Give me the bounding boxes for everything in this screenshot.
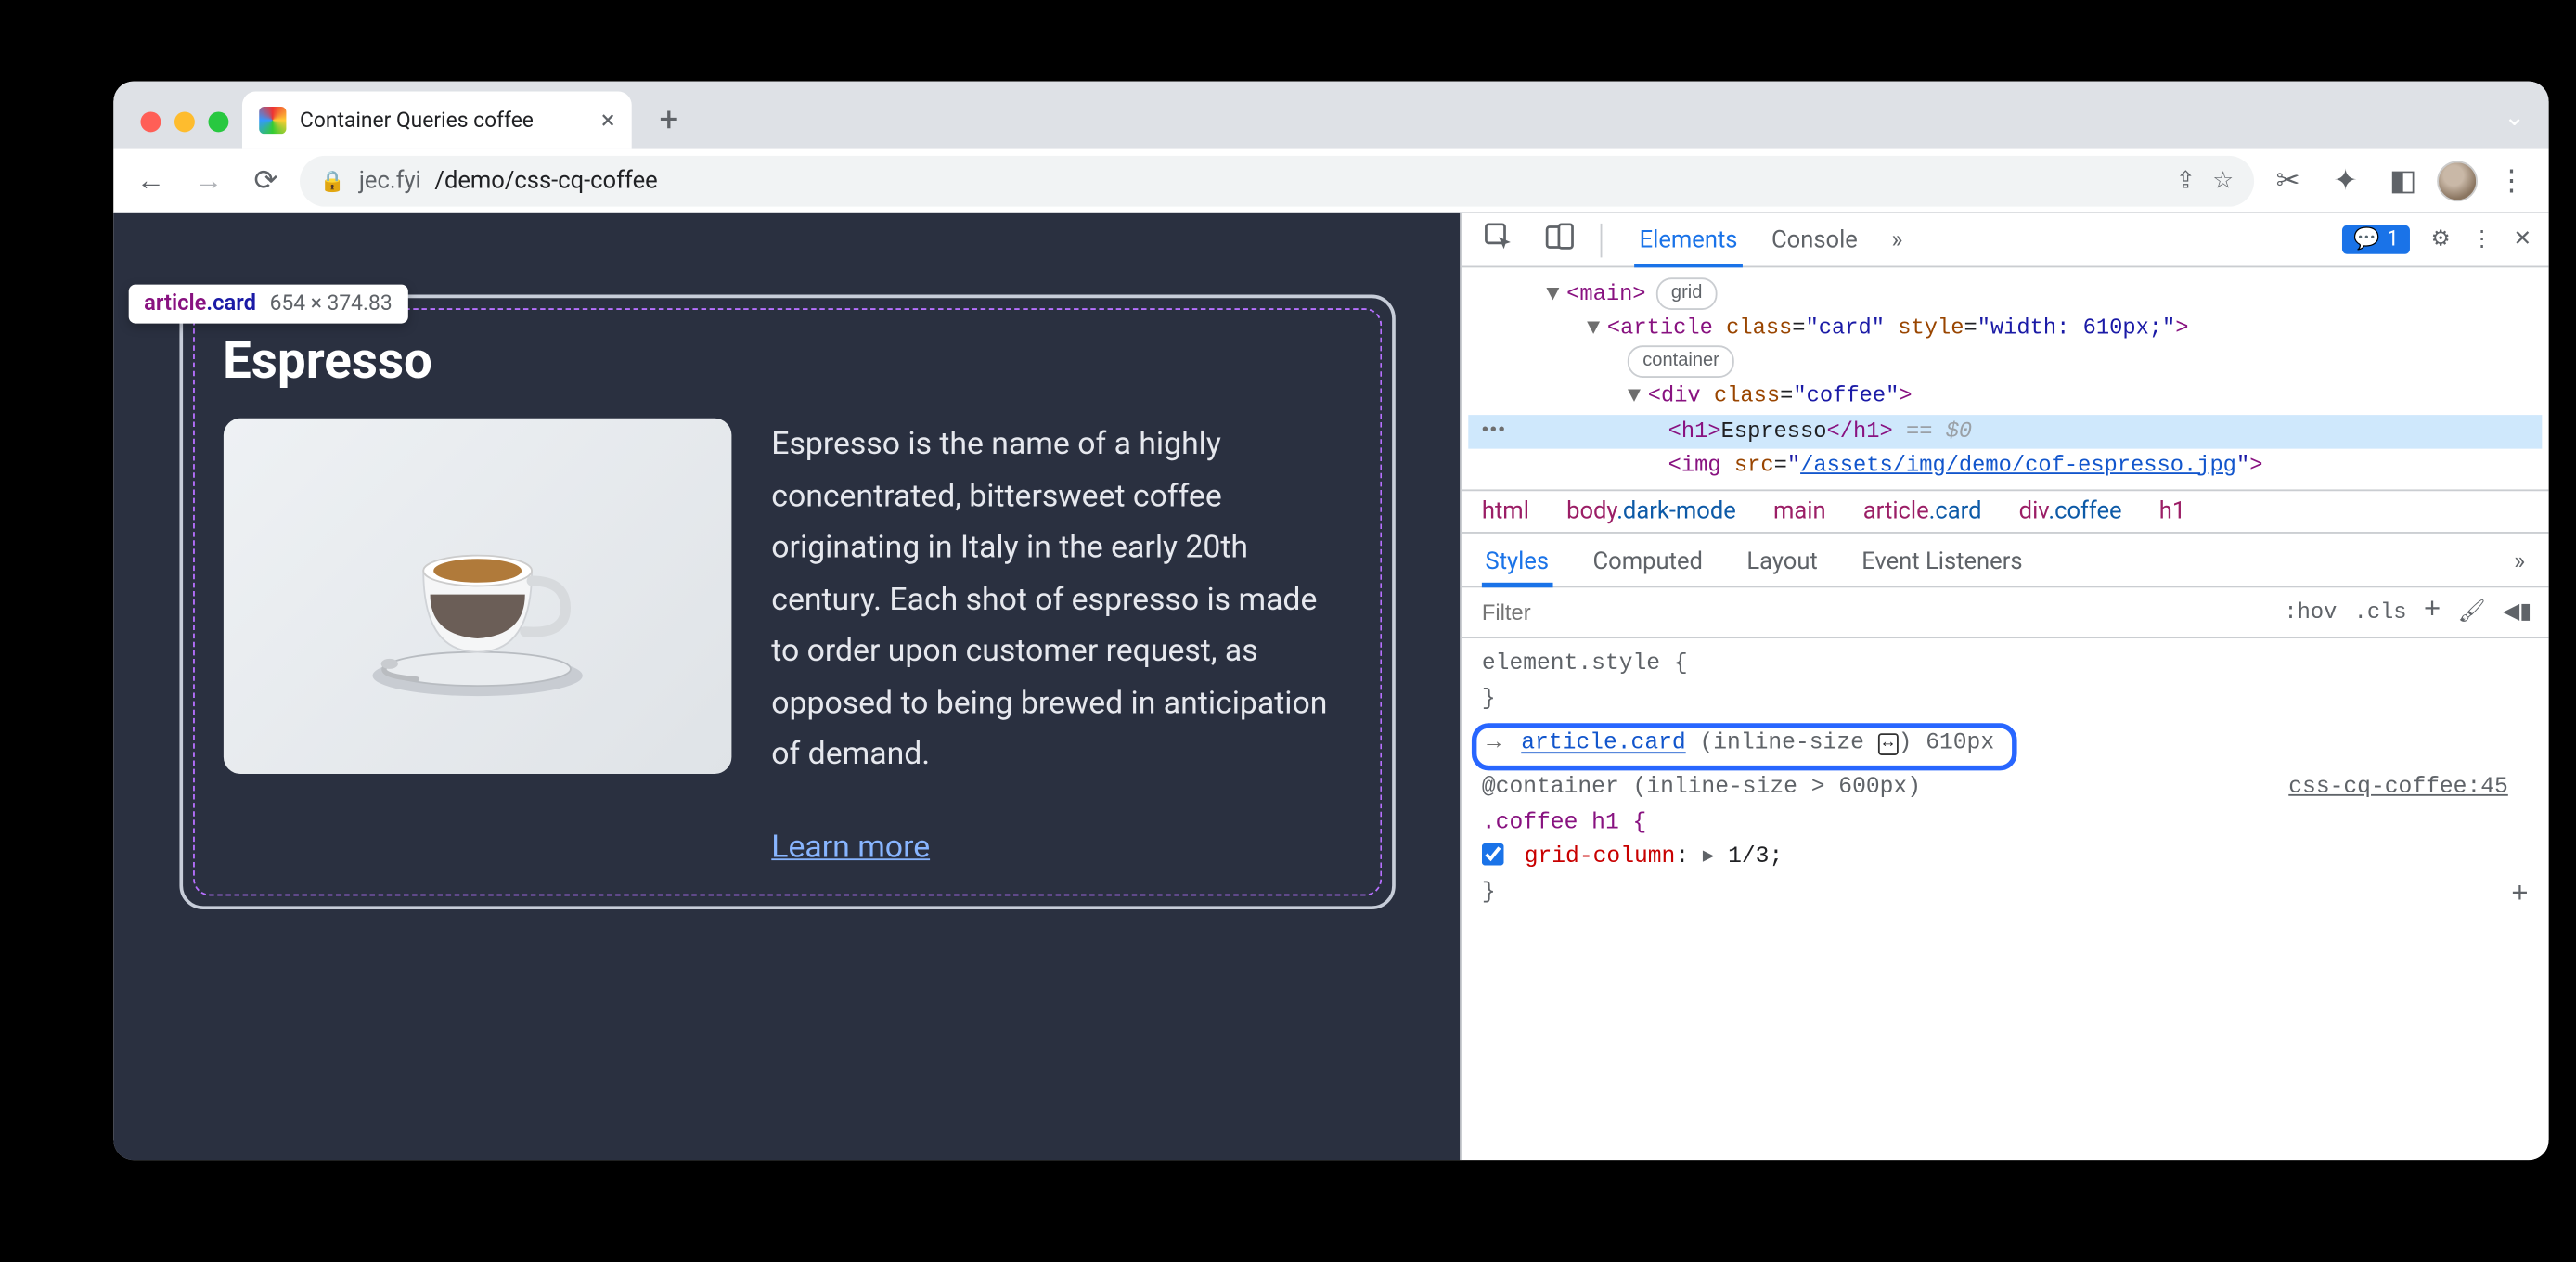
coffee-card: Espresso [179, 295, 1395, 909]
issues-badge[interactable]: 💬 1 [2342, 225, 2411, 254]
resize-icon: ↔ [1878, 733, 1899, 755]
callout-close: ) 610px [1899, 731, 1995, 756]
element-style-close: } [1482, 688, 1496, 713]
computed-subtab[interactable]: Computed [1593, 540, 1703, 586]
lock-icon: 🔒 [320, 169, 345, 193]
css-property-name[interactable]: grid-column [1525, 846, 1676, 871]
extensions-icon[interactable]: ✦ [2322, 157, 2369, 204]
new-style-rule-button[interactable]: + [2424, 596, 2441, 628]
styles-tabbar: Styles Computed Layout Event Listeners » [1462, 534, 2549, 587]
chrome-menu-button[interactable]: ⋮ [2488, 157, 2535, 204]
rule-close-brace: } [1482, 882, 1496, 907]
minimize-window-button[interactable] [174, 111, 195, 132]
rule-selector: .coffee h1 { [1482, 810, 1646, 835]
crumb-article[interactable]: article.card [1863, 497, 1982, 524]
address-bar[interactable]: 🔒 jec.fyi/demo/css-cq-coffee ⇪ ☆ [300, 155, 2254, 206]
browser-tab[interactable]: Container Queries coffee × [242, 92, 632, 149]
coffee-image [223, 419, 731, 774]
tooltip-tag: article [144, 291, 206, 316]
tab-title: Container Queries coffee [300, 108, 534, 133]
expand-shorthand-icon[interactable]: ▸ [1703, 846, 1714, 871]
tooltip-dimensions: 654 × 374.83 [270, 291, 393, 316]
tooltip-class: .card [206, 291, 256, 316]
close-tab-button[interactable]: × [601, 108, 615, 133]
crumb-main[interactable]: main [1773, 497, 1826, 524]
container-badge[interactable]: container [1628, 346, 1734, 379]
share-icon[interactable]: ⇪ [2176, 167, 2196, 194]
devtools-menu-icon[interactable]: ⋮ [2471, 227, 2493, 252]
reload-button[interactable]: ⟳ [242, 157, 290, 204]
selected-dom-node[interactable]: <h1>Espresso</h1> == $0 [1468, 414, 2542, 448]
styles-filter-row: :hov .cls + 🖌 ◀▮ [1462, 587, 2549, 638]
issues-count: 1 [2387, 227, 2399, 252]
styles-more-button[interactable]: » [2514, 540, 2525, 586]
coffee-grid: Espresso is the name of a highly concent… [223, 419, 1350, 865]
more-tabs-button[interactable]: » [1891, 213, 1902, 266]
scissors-icon[interactable]: ✂ [2264, 157, 2312, 204]
forward-button[interactable]: → [185, 157, 232, 204]
content-area: article.card 654 × 374.83 Espresso [113, 213, 2548, 1160]
add-property-button[interactable]: + [2511, 875, 2529, 920]
callout-selector[interactable]: article.card [1521, 731, 1685, 756]
rule-source-link[interactable]: css-cq-coffee:45 [2288, 771, 2508, 806]
rendered-page: article.card 654 × 374.83 Espresso [113, 213, 1460, 1160]
settings-icon[interactable]: ⚙ [2431, 227, 2451, 252]
sidepanel-icon[interactable]: ◧ [2379, 157, 2427, 204]
crumb-h1[interactable]: h1 [2159, 497, 2185, 524]
url-host: jec.fyi [359, 167, 421, 194]
profile-avatar[interactable] [2437, 160, 2478, 200]
cls-toggle[interactable]: .cls [2354, 599, 2407, 625]
paint-icon[interactable]: 🖌 [2458, 599, 2486, 625]
tabs-overflow-button[interactable]: ⌄ [2504, 102, 2525, 133]
close-devtools-button[interactable]: ✕ [2513, 227, 2531, 252]
bookmark-icon[interactable]: ☆ [2212, 167, 2234, 194]
devtools-toolbar: Elements Console » 💬 1 ⚙ ⋮ ✕ [1462, 213, 2549, 267]
elements-tab[interactable]: Elements [1640, 213, 1738, 266]
element-inspector-tooltip: article.card 654 × 374.83 [129, 285, 407, 324]
tab-favicon [259, 107, 286, 134]
new-tab-button[interactable]: + [645, 95, 692, 142]
dom-breadcrumb[interactable]: html body.dark-mode main article.card di… [1462, 489, 2549, 533]
maximize-window-button[interactable] [208, 111, 228, 132]
inspect-element-icon[interactable] [1478, 221, 1519, 258]
dom-tree[interactable]: ▼<main>grid ▼<article class="card" style… [1462, 267, 2549, 489]
styles-filter-input[interactable] [1462, 599, 2267, 625]
callout-open: (inline-size [1699, 731, 1877, 756]
computed-sidebar-toggle[interactable]: ◀▮ [2503, 599, 2531, 625]
browser-window: Container Queries coffee × + ⌄ ← → ⟳ 🔒 j… [113, 82, 2548, 1161]
learn-more-link[interactable]: Learn more [771, 828, 1350, 865]
crumb-html[interactable]: html [1482, 497, 1529, 524]
img-src-link[interactable]: /assets/img/demo/cof-espresso.jpg [1800, 452, 2236, 477]
espresso-illustration [324, 470, 628, 724]
device-toolbar-icon[interactable] [1539, 221, 1580, 258]
element-style-open: element.style { [1482, 651, 1688, 676]
back-button[interactable]: ← [127, 157, 174, 204]
grid-badge[interactable]: grid [1656, 277, 1718, 310]
property-enabled-checkbox[interactable] [1482, 844, 1504, 867]
layout-subtab[interactable]: Layout [1746, 540, 1817, 586]
page-heading: Espresso [223, 332, 1350, 392]
url-path: /demo/css-cq-coffee [434, 167, 657, 194]
crumb-body[interactable]: body.dark-mode [1566, 497, 1736, 524]
hov-toggle[interactable]: :hov [2284, 599, 2337, 625]
window-controls [131, 111, 242, 148]
devtools-panel: Elements Console » 💬 1 ⚙ ⋮ ✕ ▼<main>grid… [1460, 213, 2548, 1160]
dollar-zero: == $0 [1906, 418, 1972, 443]
coffee-description: Espresso is the name of a highly concent… [771, 419, 1350, 780]
close-window-button[interactable] [140, 111, 161, 132]
styles-subtab[interactable]: Styles [1486, 540, 1550, 586]
style-rules[interactable]: element.style { } → article.card (inline… [1462, 638, 2549, 927]
css-property-value[interactable]: 1/3 [1728, 846, 1769, 871]
event-listeners-subtab[interactable]: Event Listeners [1861, 540, 2022, 586]
tab-strip: Container Queries coffee × + ⌄ [113, 82, 2548, 149]
browser-toolbar: ← → ⟳ 🔒 jec.fyi/demo/css-cq-coffee ⇪ ☆ ✂… [113, 149, 2548, 213]
container-query-callout[interactable]: → article.card (inline-size ↔) 610px [1472, 723, 2016, 770]
console-tab[interactable]: Console [1771, 213, 1858, 266]
at-container-line: @container (inline-size > 600px) [1482, 775, 1921, 800]
crumb-div[interactable]: div.coffee [2019, 497, 2122, 524]
